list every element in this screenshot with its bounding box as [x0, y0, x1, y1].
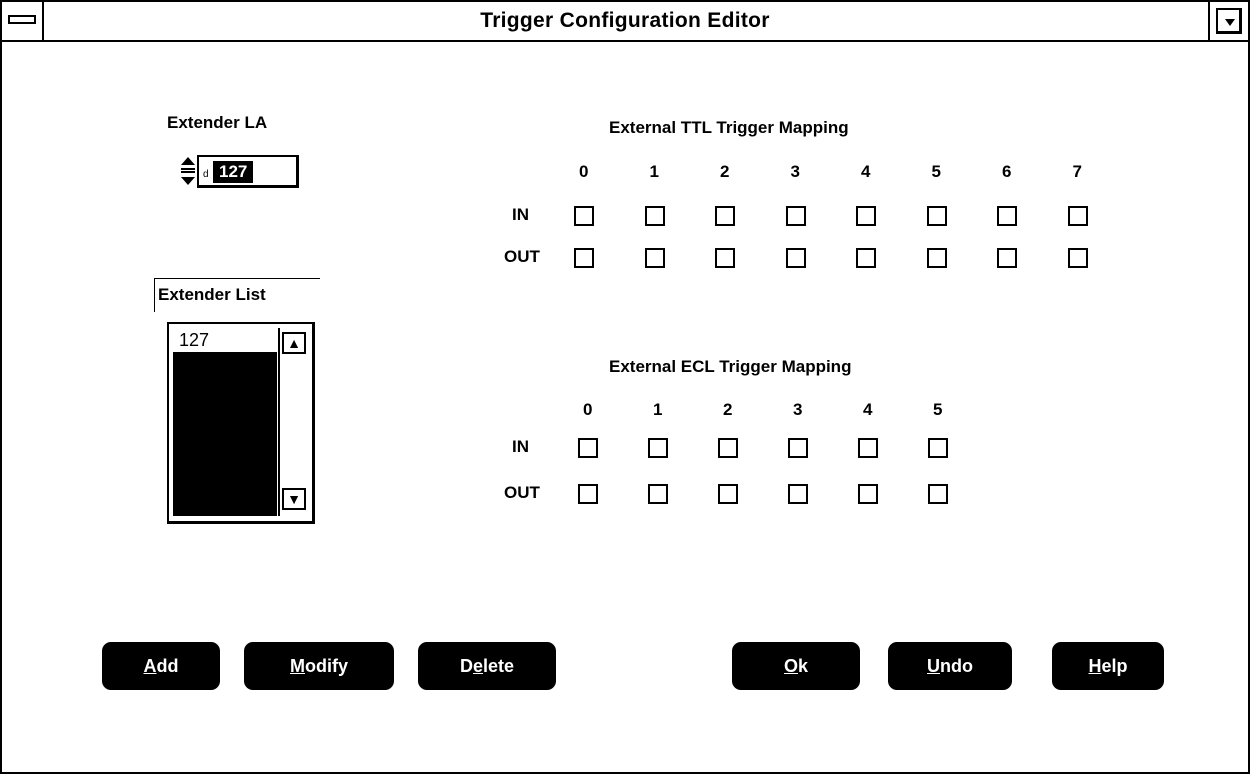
ecl-in-checkbox[interactable] [718, 438, 738, 458]
spinner-arrows[interactable] [181, 155, 195, 188]
ecl-out-checkbox[interactable] [718, 484, 738, 504]
ecl-out-row-label: OUT [504, 483, 540, 502]
add-mnemonic: A [143, 656, 157, 676]
spin-down-icon[interactable] [181, 177, 195, 185]
ttl-out-checkbox[interactable] [997, 248, 1017, 268]
ttl-in-checkbox[interactable] [715, 206, 735, 226]
system-menu-button[interactable] [2, 2, 44, 40]
ok-button-label: Ok [738, 648, 854, 684]
undo-button[interactable]: Undo [888, 642, 1012, 690]
ok-mnemonic: O [783, 656, 798, 676]
extender-la-spinner[interactable]: d 127 [177, 155, 299, 188]
help-mnemonic: H [1088, 656, 1102, 676]
delete-mnemonic: e [472, 656, 483, 676]
ecl-column-header: 5 [933, 400, 943, 419]
title-bar: Trigger Configuration Editor [2, 2, 1248, 42]
undo-mnemonic: U [927, 656, 940, 676]
modify-mnemonic: M [290, 656, 305, 676]
ecl-column-header: 3 [793, 400, 803, 419]
spin-up-icon[interactable] [181, 157, 195, 165]
ecl-column-header: 1 [653, 400, 663, 419]
list-item[interactable]: 127 [173, 328, 277, 352]
extender-la-label: Extender LA [167, 113, 268, 132]
ttl-out-checkbox[interactable] [926, 248, 947, 268]
ttl-mapping-title: External TTL Trigger Mapping [609, 118, 849, 137]
add-button[interactable]: Add [102, 642, 220, 690]
ttl-column-header: 6 [1002, 162, 1012, 181]
add-button-label: Add [108, 648, 214, 684]
ttl-in-checkbox[interactable] [644, 206, 665, 226]
ecl-in-row-label: IN [512, 437, 529, 456]
ok-button[interactable]: Ok [732, 642, 860, 690]
text-cursor-icon: d [203, 169, 209, 180]
ttl-out-checkbox[interactable] [785, 248, 806, 268]
ecl-out-checkbox[interactable] [858, 484, 878, 504]
ok-label-rest: k [798, 656, 809, 676]
modify-label-rest: odify [305, 656, 348, 676]
ecl-column-header: 4 [863, 400, 873, 419]
ttl-column-header: 7 [1072, 162, 1082, 181]
extender-listbox[interactable]: 127 ▲ ▼ [167, 322, 315, 524]
ttl-column-header: 0 [579, 162, 589, 181]
trigger-config-window: Trigger Configuration Editor Extender LA… [0, 0, 1250, 774]
window-title: Trigger Configuration Editor [480, 9, 770, 32]
ttl-out-checkbox[interactable] [644, 248, 665, 268]
ecl-in-checkbox[interactable] [928, 438, 948, 458]
ecl-column-header: 0 [583, 400, 593, 419]
help-button[interactable]: Help [1052, 642, 1164, 690]
ecl-out-checkbox[interactable] [648, 484, 668, 504]
scroll-down-icon[interactable]: ▼ [282, 488, 306, 510]
minimize-button-frame [1216, 8, 1242, 34]
ecl-out-checkbox[interactable] [578, 484, 598, 504]
ttl-in-checkbox[interactable] [785, 206, 806, 226]
extender-list-items[interactable]: 127 [173, 328, 277, 516]
spin-divider [181, 168, 195, 173]
delete-label-pre: D [459, 656, 473, 676]
ttl-column-header: 5 [931, 162, 941, 181]
system-menu-icon [8, 15, 36, 24]
undo-label-rest: ndo [940, 656, 973, 676]
ecl-mapping-title: External ECL Trigger Mapping [609, 357, 852, 376]
minimize-button[interactable] [1208, 2, 1248, 40]
modify-button[interactable]: Modify [244, 642, 394, 690]
ttl-in-row-label: IN [512, 205, 529, 224]
ecl-out-checkbox[interactable] [928, 484, 948, 504]
scroll-up-icon[interactable]: ▲ [282, 332, 306, 354]
add-label-rest: dd [156, 656, 179, 676]
ttl-out-checkbox[interactable] [1067, 248, 1088, 268]
ttl-column-header: 2 [720, 162, 730, 181]
ttl-in-checkbox[interactable] [997, 206, 1017, 226]
delete-button[interactable]: Delete [418, 642, 556, 690]
modify-button-label: Modify [250, 648, 388, 684]
down-arrow-icon [1225, 19, 1235, 26]
ttl-column-header: 4 [861, 162, 871, 181]
ecl-out-checkbox[interactable] [788, 484, 808, 504]
ttl-out-checkbox[interactable] [574, 248, 594, 268]
ecl-in-checkbox[interactable] [788, 438, 808, 458]
ttl-in-checkbox[interactable] [1067, 206, 1088, 226]
ecl-in-checkbox[interactable] [648, 438, 668, 458]
help-button-label: Help [1058, 648, 1158, 684]
ttl-in-checkbox[interactable] [856, 206, 876, 226]
ttl-column-header: 1 [649, 162, 659, 181]
ttl-column-header: 3 [790, 162, 800, 181]
ttl-out-row-label: OUT [504, 247, 540, 266]
delete-label-rest: lete [482, 656, 515, 676]
delete-button-label: Delete [424, 648, 550, 684]
ttl-out-checkbox[interactable] [715, 248, 735, 268]
ecl-in-checkbox[interactable] [858, 438, 878, 458]
ttl-out-checkbox[interactable] [856, 248, 876, 268]
extender-la-input[interactable]: d 127 [197, 155, 299, 188]
ttl-in-checkbox[interactable] [926, 206, 947, 226]
list-scrollbar[interactable]: ▲ ▼ [278, 328, 308, 516]
help-label-rest: elp [1101, 656, 1128, 676]
extender-la-value: 127 [213, 161, 254, 183]
ttl-in-checkbox[interactable] [574, 206, 594, 226]
ecl-in-checkbox[interactable] [578, 438, 598, 458]
ecl-column-header: 2 [723, 400, 733, 419]
undo-button-label: Undo [894, 648, 1006, 684]
extender-list-label: Extender List [154, 278, 320, 312]
